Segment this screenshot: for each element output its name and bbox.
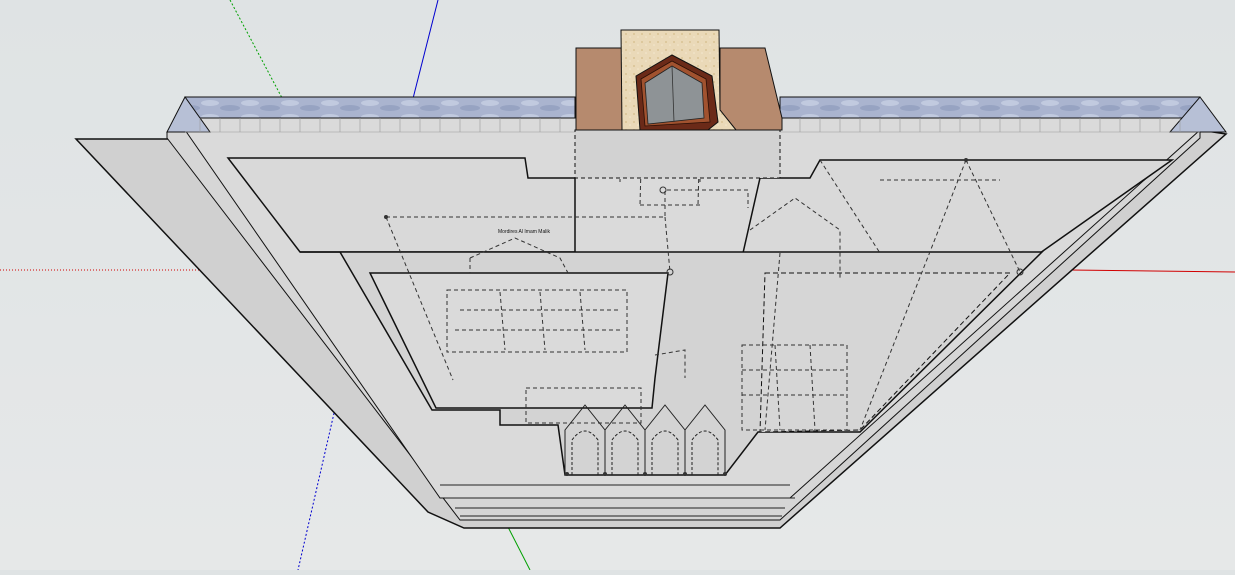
brick-left [575,47,623,131]
water-strip-left [184,96,576,119]
red-axis [1069,269,1235,273]
gate-shaft [574,129,781,179]
building-label: Mordires Al Imam Malik [498,229,550,235]
model-viewport[interactable]: Mordires Al Imam Malik [0,0,1235,571]
green-axis-lower [507,526,531,571]
entrance-gate[interactable] [574,29,783,179]
water-strip-right [779,96,1201,119]
brick-right [719,47,783,131]
building-model[interactable]: Mordires Al Imam Malik [74,29,1228,529]
